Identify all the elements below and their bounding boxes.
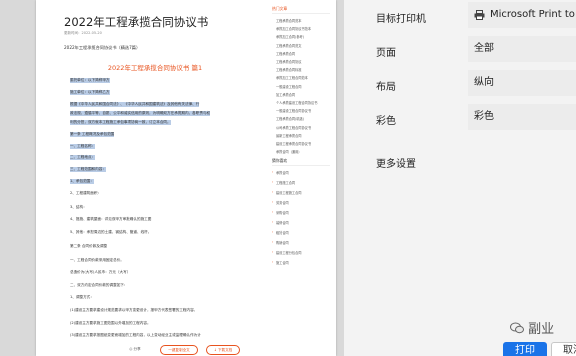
print-button[interactable]: 打印 xyxy=(503,342,547,356)
document-line: (2)建设主方要求施工图范围以外增加的工程内容。 xyxy=(70,321,151,325)
printer-icon xyxy=(474,10,485,20)
sidebar-link[interactable]: 一般建设工程合同 xyxy=(276,84,302,89)
sidebar-link[interactable]: 承揽加工工程合同范本 xyxy=(276,75,308,80)
bullet-icon: › xyxy=(272,200,274,204)
divider xyxy=(272,165,330,166)
document-line: 总造价为(大写)人民币：万元（大写） xyxy=(70,270,131,274)
color-label: 彩色 xyxy=(376,116,396,127)
wechat-icon xyxy=(510,322,524,334)
document-line: 根据《中华人民共和国合同法》、《中华人民共和国建筑法》及其他有关法律、行 xyxy=(70,102,200,107)
document-line: 三、工程范围和内容： xyxy=(70,167,106,172)
bullet-icon: › xyxy=(272,220,274,224)
sidebar-link[interactable]: 工程承揽合同范本 xyxy=(276,18,302,23)
sidebar-link[interactable]: 最新工程承揽合同 xyxy=(276,133,302,138)
bullet-icon: › xyxy=(272,180,274,184)
cancel-button[interactable]: 取消 xyxy=(551,342,576,356)
bullet-icon: › xyxy=(272,260,274,264)
document-line: 一、工程合同价款采用固定总价。 xyxy=(70,258,124,262)
bullet-icon: › xyxy=(272,190,274,194)
sidebar-link[interactable]: 承揽加工合同(参考) xyxy=(276,34,304,39)
document-line: 二、双方约定合同价款的调整如下： xyxy=(70,283,128,287)
document-line: 一、工程名称： xyxy=(70,144,96,149)
sidebar-link[interactable]: 劳务合同 xyxy=(276,200,289,205)
sidebar-link[interactable]: 采购合同 xyxy=(276,210,289,215)
pages-select[interactable]: 全部 xyxy=(468,36,576,62)
sidebar-heading-hot: 热门文章 xyxy=(272,6,288,11)
copy-all-button[interactable]: 一键复制全文 xyxy=(160,345,198,355)
sidebar-heading-related: 猜你喜欢 xyxy=(272,158,288,163)
document-sidebar: 热门文章 工程承揽合同范本承揽加工合同协议书范本 承揽加工合同(参考) 工程承揽合同… xyxy=(268,0,332,356)
share-button[interactable]: ◎ 分享 xyxy=(122,345,148,355)
page-title: 2022年工程承揽合同协议书 xyxy=(64,15,209,29)
sidebar-link[interactable]: 承揽加工合同协议书范本 xyxy=(276,26,311,31)
pages-label: 页面 xyxy=(376,48,396,59)
bullet-icon: › xyxy=(272,230,274,234)
document-line: 2、工程建筑面积： xyxy=(70,191,102,195)
document-line: (1)建设主方要求建设计规范要求以甲方变更设计，报甲方代表签署的工程内容。 xyxy=(70,308,198,312)
color-select[interactable]: 彩色 xyxy=(468,104,576,130)
section-title: 2022年工程承揽合同协议书 篇1 xyxy=(107,64,203,72)
sidebar-link[interactable]: 工程承揽合同协议 xyxy=(276,59,302,64)
layout-label: 布局 xyxy=(376,82,396,93)
update-time: 更新时间：2022-05-20 xyxy=(64,31,102,35)
document-line: 政法规，遵循平等、自愿、公平和诚实信用的原则，为明确双方在承揽期内，各职责与权 xyxy=(70,111,211,116)
printer-value: Microsoft Print to PDF xyxy=(490,9,576,20)
sidebar-link[interactable]: 工程施工合同 xyxy=(276,180,295,185)
bullet-icon: › xyxy=(272,210,274,214)
bullet-icon: › xyxy=(272,170,274,174)
printer-select[interactable]: Microsoft Print to PDF xyxy=(468,2,576,28)
bullet-icon: › xyxy=(272,250,274,254)
sidebar-link[interactable]: 个人承揽建设工程合同协议书 xyxy=(276,100,317,105)
sidebar-link[interactable]: 一般建设工程合同协议书 xyxy=(276,108,311,113)
sidebar-link[interactable]: 工程承揽合同 xyxy=(276,51,295,56)
sidebar-link[interactable]: 加工承揽合同 xyxy=(276,92,295,97)
document-line: 第一条 工程概况及承包范围 xyxy=(70,132,115,137)
sidebar-link[interactable]: 建设工程承揽合同协议书 xyxy=(276,141,311,146)
document-line: 1、调整方式： xyxy=(70,295,94,299)
document-line: 3、结构： xyxy=(70,205,87,209)
document-line: 5、其他：承担周边的土建、钢结构、管道、线杆。 xyxy=(70,230,152,234)
printer-label: 目标打印机 xyxy=(376,14,426,25)
sidebar-link[interactable]: 承揽合同 xyxy=(276,170,289,175)
layout-select[interactable]: 纵向 xyxy=(468,70,576,96)
sidebar-link[interactable]: 工程承揽合同范文 xyxy=(276,43,302,48)
sidebar-link[interactable]: 承揽合同（通用） xyxy=(276,149,302,154)
sidebar-link[interactable]: 工程承揽合同标准 xyxy=(276,67,302,72)
download-button[interactable]: ↓ 下载文档 xyxy=(206,345,240,355)
document-line: 施工单位：以下简称乙方 xyxy=(70,90,110,95)
document-line: 第二条 合同价款及调整 xyxy=(70,244,108,248)
sidebar-link[interactable]: 装修合同 xyxy=(276,220,289,225)
preview-page: 2022年工程承揽合同协议书 更新时间：2022-05-20 2022年工程承揽… xyxy=(36,0,336,356)
document-line: 1、承包范围： xyxy=(70,179,94,184)
document-line: 二、工程地点： xyxy=(70,155,96,160)
document-line: (3)建设主方要求按图纸变更而增加的工程内容，以上变动经业主或监理确认作为计 xyxy=(70,333,201,337)
bullet-icon: › xyxy=(272,240,274,244)
document-line: 委托单位：以下简称甲方 xyxy=(70,78,110,83)
watermark-text: 副业 xyxy=(528,322,555,337)
document-line: 利的分担，双方就本工程施工承包事项协商一致，订立本合同。 xyxy=(70,120,171,125)
sidebar-link[interactable]: 租赁合同 xyxy=(276,230,289,235)
sidebar-link[interactable]: 建设工程施工合同 xyxy=(276,190,302,195)
divider xyxy=(272,13,330,14)
sidebar-link[interactable]: 公司承揽工程合同协议书 xyxy=(276,125,311,130)
sidebar-link[interactable]: 购销合同 xyxy=(276,240,289,245)
sidebar-link[interactable]: 建设工程分包合同 xyxy=(276,250,302,255)
print-settings-pane: 目标打印机 Microsoft Print to PDF 页面 全部 布局 纵向… xyxy=(344,0,576,356)
document-line: 4、措施、建筑屋面：详见双甲方审批确认的施工图 xyxy=(70,217,152,221)
document-subtitle: 2022年工程承揽合同协议书（精选7篇） xyxy=(64,45,141,50)
sidebar-link[interactable]: 工程承揽合同(精选) xyxy=(276,116,304,121)
document-body: 2022年工程承揽合同协议书 更新时间：2022-05-20 2022年工程承揽… xyxy=(46,0,264,356)
sidebar-link[interactable]: 施工合同 xyxy=(276,260,289,265)
print-preview-pane: 2022年工程承揽合同协议书 更新时间：2022-05-20 2022年工程承揽… xyxy=(0,0,344,356)
watermark: 副业 xyxy=(510,318,554,337)
more-settings-toggle[interactable]: 更多设置 xyxy=(376,155,416,170)
